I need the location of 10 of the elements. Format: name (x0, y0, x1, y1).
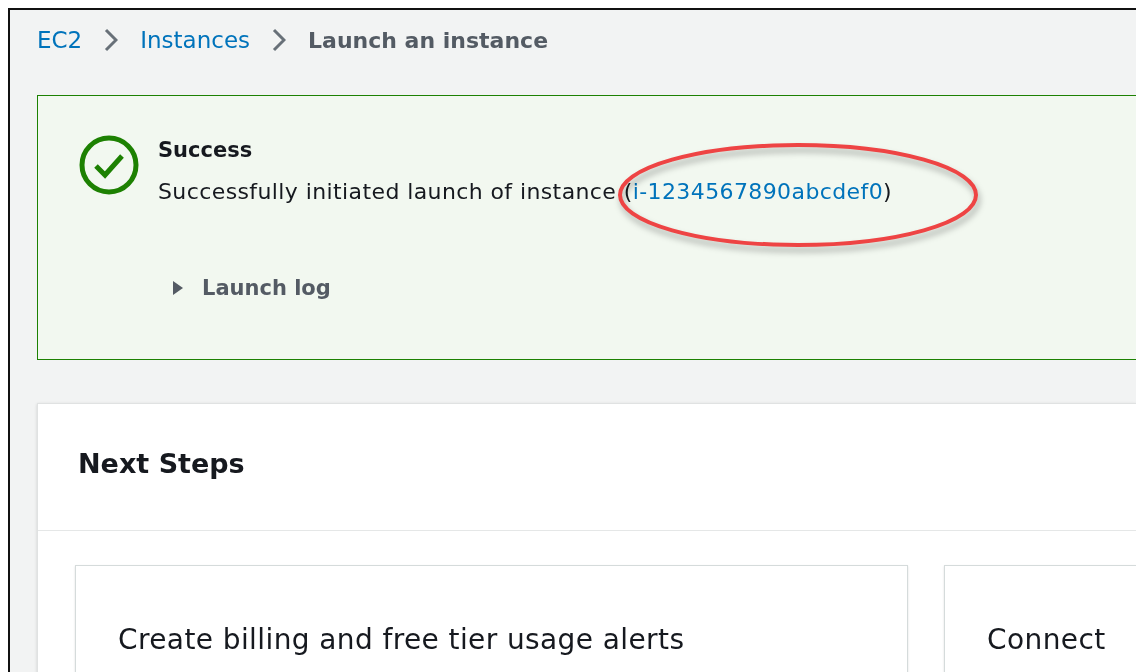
alert-title: Success (158, 138, 254, 162)
alert-message: Successfully initiated launch of instance (i-1234567890abcdef0) (158, 179, 893, 204)
breadcrumb-current: Launch an instance (308, 27, 549, 53)
instance-id-link[interactable]: i-1234567890abcdef0 (632, 179, 884, 204)
breadcrumb-link[interactable]: Instances (140, 27, 251, 53)
launch-log-expander[interactable]: Launch log (170, 276, 331, 300)
breadcrumb-link[interactable]: EC2 (37, 27, 83, 53)
card-title: Connect (987, 623, 1107, 656)
card-title: Create billing and free tier usage alerts (118, 623, 686, 656)
panel-title: Next Steps (38, 404, 1136, 531)
